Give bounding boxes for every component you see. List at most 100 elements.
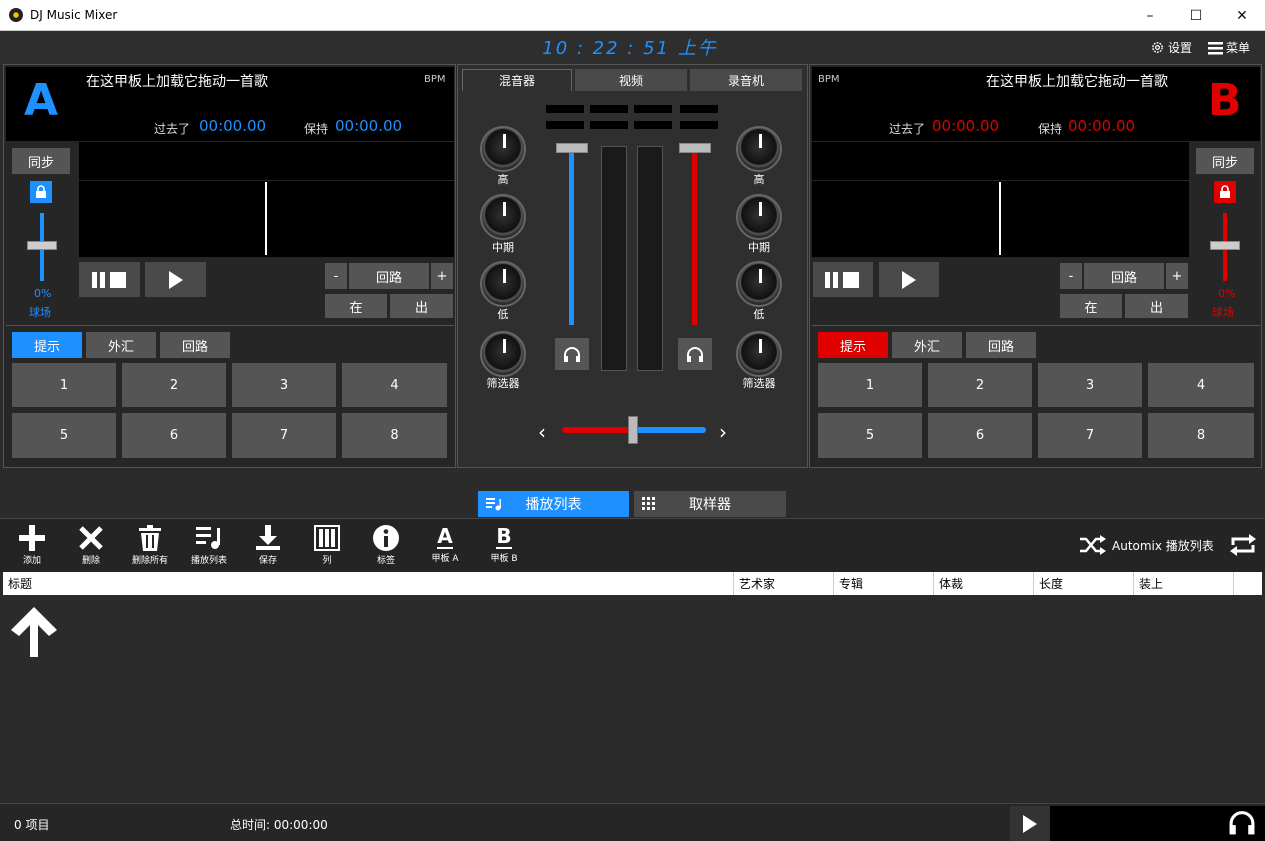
delete-button[interactable]: 删除 [61,525,121,566]
mixer-tab-recorder[interactable]: 录音机 [690,69,802,91]
deck-a-tab-cue[interactable]: 提示 [12,332,82,358]
volume-fader-b[interactable] [677,143,713,329]
column-genre[interactable]: 体裁 [934,572,1034,595]
deck-b-overview-waveform[interactable] [812,142,1189,180]
knob-a-low[interactable] [480,261,526,307]
volume-b-thumb[interactable] [679,143,711,153]
minimize-button[interactable]: – [1127,0,1173,31]
deck-b-loop-button[interactable]: 回路 [1084,263,1164,289]
crossfader-thumb[interactable] [628,416,638,444]
deck-a-header: A 在这甲板上加载它拖动一首歌 BPM 过去了 00:00.00 保持 00:0… [6,67,454,141]
menu-button[interactable]: 菜单 [1208,39,1250,56]
headphones-a-button[interactable] [555,338,589,370]
maximize-button[interactable]: ☐ [1173,0,1219,31]
deck-b-loop-plus[interactable]: + [1166,263,1188,289]
deck-b-loop-minus[interactable]: - [1060,263,1082,289]
knob-b-high[interactable] [736,126,782,172]
deck-a-play-button[interactable] [145,262,206,297]
column-length[interactable]: 长度 [1034,572,1134,595]
deck-b-sync-button[interactable]: 同步 [1196,148,1254,174]
deck-b-loop-out[interactable]: 出 [1125,294,1188,318]
deck-b-pad-5[interactable]: 5 [818,413,922,458]
deck-b-loop-in[interactable]: 在 [1060,294,1122,318]
column-loaded[interactable]: 装上 [1134,572,1234,595]
volume-a-thumb[interactable] [556,143,588,153]
deck-a-pad-8[interactable]: 8 [342,413,447,458]
deck-a-loop-button[interactable]: 回路 [349,263,429,289]
delete-all-button[interactable]: 删除所有 [120,525,180,566]
deck-a-pad-4[interactable]: 4 [342,363,447,407]
headphones-b-button[interactable] [678,338,712,370]
knob-b-filter[interactable] [736,331,782,377]
deck-a-loop-out[interactable]: 出 [390,294,453,318]
deck-a-pad-7[interactable]: 7 [232,413,336,458]
preview-play-button[interactable] [1010,806,1050,841]
deck-b-lock-icon[interactable] [1214,181,1236,203]
deck-b-tab-cue[interactable]: 提示 [818,332,888,358]
deck-b-play-button[interactable] [879,262,939,297]
deck-b-pad-7[interactable]: 7 [1038,413,1142,458]
deck-a-pad-2[interactable]: 2 [122,363,226,407]
deck-b-load-button[interactable]: B 甲板 B [474,525,534,564]
tab-playlist[interactable]: 播放列表 [478,491,629,517]
deck-b-pad-4[interactable]: 4 [1148,363,1254,407]
deck-b-tab-fx[interactable]: 外汇 [892,332,962,358]
deck-b-pause-stop-button[interactable] [813,262,873,297]
pause-stop-icon [91,271,126,288]
column-title[interactable]: 标题 [3,572,734,595]
repeat-button[interactable] [1229,533,1257,560]
knob-a-mid[interactable] [480,194,526,240]
deck-b-pitch-thumb[interactable] [1210,241,1240,250]
deck-a-pitch-thumb[interactable] [27,241,57,250]
settings-button[interactable]: 设置 [1150,39,1192,56]
deck-a-pad-6[interactable]: 6 [122,413,226,458]
deck-b-pad-1[interactable]: 1 [818,363,922,407]
deck-b-pad-2[interactable]: 2 [928,363,1032,407]
deck-a-sync-button[interactable]: 同步 [12,148,70,174]
column-album[interactable]: 专辑 [834,572,934,595]
knob-b-low[interactable] [736,261,782,307]
deck-a-pad-3[interactable]: 3 [232,363,336,407]
knob-b-mid[interactable] [736,194,782,240]
deck-a-tab-loop[interactable]: 回路 [160,332,230,358]
deck-a-letter: A [24,75,59,126]
deck-a-loop-in[interactable]: 在 [325,294,387,318]
column-artist[interactable]: 艺术家 [734,572,834,595]
deck-a-pad-1[interactable]: 1 [12,363,116,407]
deck-a-tab-fx[interactable]: 外汇 [86,332,156,358]
deck-a-pause-stop-button[interactable] [79,262,140,297]
crossfader-left-arrow[interactable]: ‹ [538,420,546,444]
deck-a-loop-minus[interactable]: - [325,263,347,289]
playlist-button[interactable]: 播放列表 [179,525,239,566]
columns-button[interactable]: 列 [297,525,357,566]
knob-a-filter[interactable] [480,331,526,377]
tab-sampler[interactable]: 取样器 [634,491,786,517]
knob-a-high[interactable] [480,126,526,172]
deck-b-tab-loop[interactable]: 回路 [966,332,1036,358]
deck-a-pitch-slider[interactable] [22,211,62,283]
deck-a-waveform[interactable] [79,181,454,257]
volume-fader-a[interactable] [554,143,590,329]
crossfader-right-arrow[interactable]: › [719,420,727,444]
deck-a-load-button[interactable]: A 甲板 A [415,525,475,564]
deck-b-pad-8[interactable]: 8 [1148,413,1254,458]
mixer-tab-video[interactable]: 视频 [575,69,687,91]
deck-b-pad-3[interactable]: 3 [1038,363,1142,407]
preview-headphones-button[interactable] [1228,809,1256,838]
deck-b-waveform[interactable] [812,181,1189,257]
deck-a-pad-5[interactable]: 5 [12,413,116,458]
deck-a-lock-icon[interactable] [30,181,52,203]
add-button[interactable]: 添加 [2,525,62,566]
close-button[interactable]: ✕ [1219,0,1265,31]
deck-a-loop-plus[interactable]: + [431,263,453,289]
save-button[interactable]: 保存 [238,525,298,566]
mixer-tab-mixer[interactable]: 混音器 [462,69,572,91]
deck-b-pad-6[interactable]: 6 [928,413,1032,458]
deck-a-overview-waveform[interactable] [79,142,454,180]
save-label: 保存 [258,556,277,566]
deck-a-remain-label: 保持 [304,122,329,136]
tags-button[interactable]: 标签 [356,525,416,566]
automix-button[interactable]: Automix 播放列表 [1080,535,1214,555]
playlist-list[interactable] [3,595,1262,802]
deck-b-pitch-slider[interactable] [1205,211,1245,283]
